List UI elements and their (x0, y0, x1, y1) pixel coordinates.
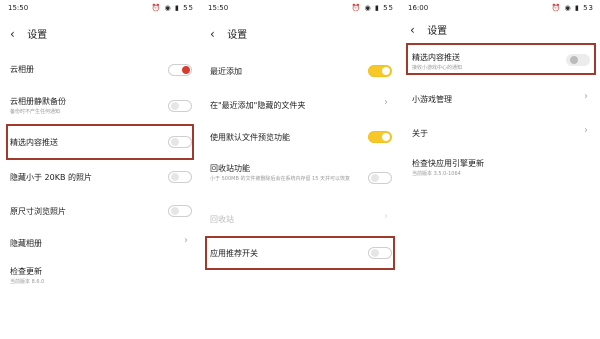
toggle-knob (171, 207, 179, 215)
settings-panel-3: 16:00 ⏰ ◉ ▮ 53 ‹ 设置 精选内容推送 接收小游戏中心的通知 小游… (400, 0, 600, 339)
status-bar: 15:50 ⏰ ◉ ▮ 55 (8, 4, 194, 16)
status-bar: 16:00 ⏰ ◉ ▮ 53 (408, 4, 594, 16)
setting-sub: 当前版本 8.6.0 (10, 279, 45, 285)
setting-row-engine-update[interactable]: 检查快应用引擎更新 当前版本 3.5.0-1064 (412, 158, 590, 177)
battery-level: 55 (183, 4, 194, 12)
toggle-knob (182, 66, 190, 74)
page-title: 设置 (227, 30, 248, 41)
setting-label: 检查更新 (10, 267, 42, 276)
setting-label: 关于 (412, 129, 428, 138)
setting-label: 云相册 (10, 65, 34, 74)
toggle-knob (382, 133, 390, 141)
setting-row-silent-backup[interactable]: 云相册静默备份 备份时不产生任何通知 (10, 96, 190, 115)
page-title: 设置 (427, 26, 448, 37)
recycle-bin-toggle[interactable] (368, 172, 392, 184)
title-bar: ‹ 设置 (210, 26, 247, 44)
setting-sub: 当前版本 3.5.0-1064 (412, 171, 461, 177)
setting-row-default-preview[interactable]: 使用默认文件预览功能 (210, 132, 390, 143)
setting-row-check-update[interactable]: 检查更新 当前版本 8.6.0 (10, 266, 190, 285)
highlight-box (205, 236, 395, 270)
original-size-toggle[interactable] (168, 205, 192, 217)
setting-row-original-size[interactable]: 原尺寸浏览照片 (10, 206, 190, 217)
setting-row-hidden-albums[interactable]: 隐藏相册 (10, 238, 190, 249)
status-time: 16:00 (408, 4, 429, 12)
setting-label: 云相册静默备份 (10, 97, 66, 106)
title-bar: ‹ 设置 (410, 22, 447, 40)
setting-row-hide-small[interactable]: 隐藏小于 20KB 的照片 (10, 172, 190, 183)
toggle-knob (371, 174, 379, 182)
status-time: 15:50 (208, 4, 229, 12)
toggle-knob (171, 102, 179, 110)
setting-row-recycle-bin: 回收站 (210, 214, 390, 225)
back-arrow-icon[interactable]: ‹ (410, 23, 424, 37)
settings-panel-1: 15:50 ⏰ ◉ ▮ 55 ‹ 设置 云相册 云相册静默备份 备份时不产生任何… (0, 0, 200, 339)
status-time: 15:50 (8, 4, 29, 12)
chevron-right-icon: › (384, 211, 388, 222)
title-bar: ‹ 设置 (10, 26, 47, 44)
setting-label: 使用默认文件预览功能 (210, 133, 290, 142)
setting-label: 隐藏小于 20KB 的照片 (10, 173, 92, 182)
setting-label: 隐藏相册 (10, 239, 42, 248)
settings-panel-2: 15:50 ⏰ ◉ ▮ 55 ‹ 设置 最近添加 在"最近添加"隐藏的文件夹 ›… (200, 0, 400, 339)
back-arrow-icon[interactable]: ‹ (10, 27, 24, 41)
highlight-box (406, 43, 596, 75)
setting-label: 最近添加 (210, 67, 242, 76)
setting-label: 原尺寸浏览照片 (10, 207, 66, 216)
chevron-right-icon: › (184, 235, 188, 246)
setting-row-cloud-album[interactable]: 云相册 (10, 64, 190, 75)
status-bar: 15:50 ⏰ ◉ ▮ 55 (208, 4, 394, 16)
setting-sub: 备份时不产生任何通知 (10, 109, 61, 115)
setting-label: 检查快应用引擎更新 (412, 159, 484, 168)
setting-row-hidden-folders[interactable]: 在"最近添加"隐藏的文件夹 (210, 100, 390, 111)
chevron-right-icon: › (584, 125, 588, 136)
silent-backup-toggle[interactable] (168, 100, 192, 112)
setting-label: 在"最近添加"隐藏的文件夹 (210, 101, 306, 110)
setting-label: 回收站功能 (210, 164, 250, 173)
setting-label: 小游戏管理 (412, 95, 452, 104)
back-arrow-icon[interactable]: ‹ (210, 27, 224, 41)
cloud-album-toggle[interactable] (168, 64, 192, 76)
status-icons: ⏰ ◉ ▮ 53 (551, 4, 594, 12)
toggle-knob (171, 173, 179, 181)
hide-small-toggle[interactable] (168, 171, 192, 183)
default-preview-toggle[interactable] (368, 131, 392, 143)
battery-level: 55 (383, 4, 394, 12)
page-title: 设置 (27, 30, 48, 41)
setting-row-recycle-bin-feature[interactable]: 回收站功能 小于 500MB 的文件被删除后会在系统内存留 15 天并可以恢复 (210, 163, 350, 182)
chevron-right-icon: › (584, 91, 588, 102)
highlight-box (6, 124, 194, 160)
battery-level: 53 (583, 4, 594, 12)
setting-row-about[interactable]: 关于 (412, 128, 590, 139)
status-icons: ⏰ ◉ ▮ 55 (151, 4, 194, 12)
setting-sub: 小于 500MB 的文件被删除后会在系统内存留 15 天并可以恢复 (210, 176, 351, 182)
status-icons: ⏰ ◉ ▮ 55 (351, 4, 394, 12)
setting-row-minigame-manage[interactable]: 小游戏管理 (412, 94, 590, 105)
setting-row-recent-added[interactable]: 最近添加 (210, 66, 390, 77)
toggle-knob (382, 67, 390, 75)
setting-label: 回收站 (210, 215, 234, 224)
recent-added-toggle[interactable] (368, 65, 392, 77)
chevron-right-icon: › (384, 97, 388, 108)
